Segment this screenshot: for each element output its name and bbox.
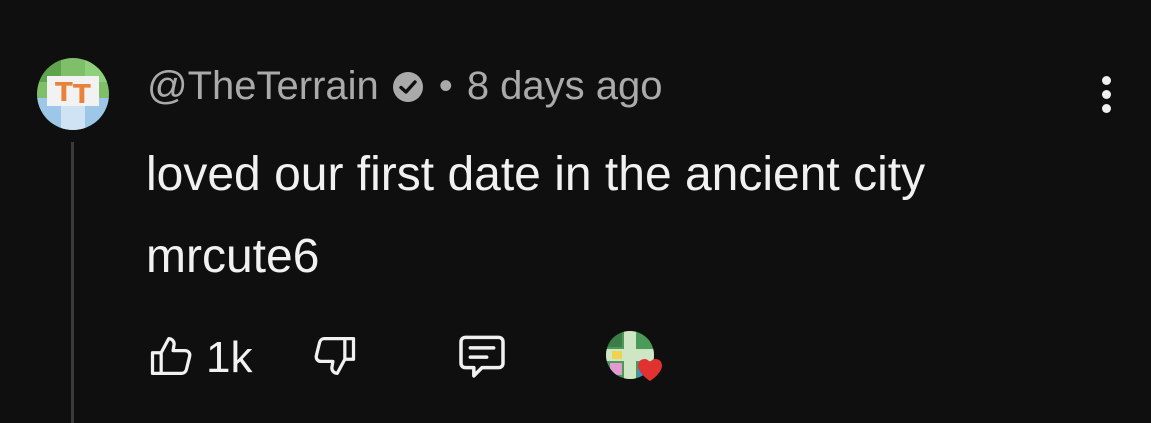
thumbs-up-icon xyxy=(146,330,198,387)
reply-button[interactable] xyxy=(454,328,510,389)
like-button[interactable]: 1k xyxy=(146,330,252,387)
verified-check-icon xyxy=(391,69,425,103)
comment-actions: 1k xyxy=(146,330,664,386)
comment-timestamp[interactable]: 8 days ago xyxy=(467,64,663,109)
author-handle[interactable]: @TheTerrain xyxy=(147,64,379,109)
like-count: 1k xyxy=(206,333,253,382)
dislike-button[interactable] xyxy=(308,330,360,387)
creator-heart-icon xyxy=(636,357,664,388)
comment-text: loved our first date in the ancient city… xyxy=(146,148,926,283)
separator-dot: • xyxy=(438,63,453,108)
thread-line xyxy=(71,142,74,423)
creator-heart-badge xyxy=(606,329,664,387)
svg-text:T: T xyxy=(55,78,73,108)
thumbs-down-icon xyxy=(308,330,360,387)
author-avatar[interactable]: T T xyxy=(37,58,109,130)
reply-comment-icon xyxy=(454,328,510,389)
comment-header: @TheTerrain • 8 days ago xyxy=(147,60,663,112)
svg-text:T: T xyxy=(73,80,91,110)
more-vertical-icon[interactable] xyxy=(1086,70,1126,118)
